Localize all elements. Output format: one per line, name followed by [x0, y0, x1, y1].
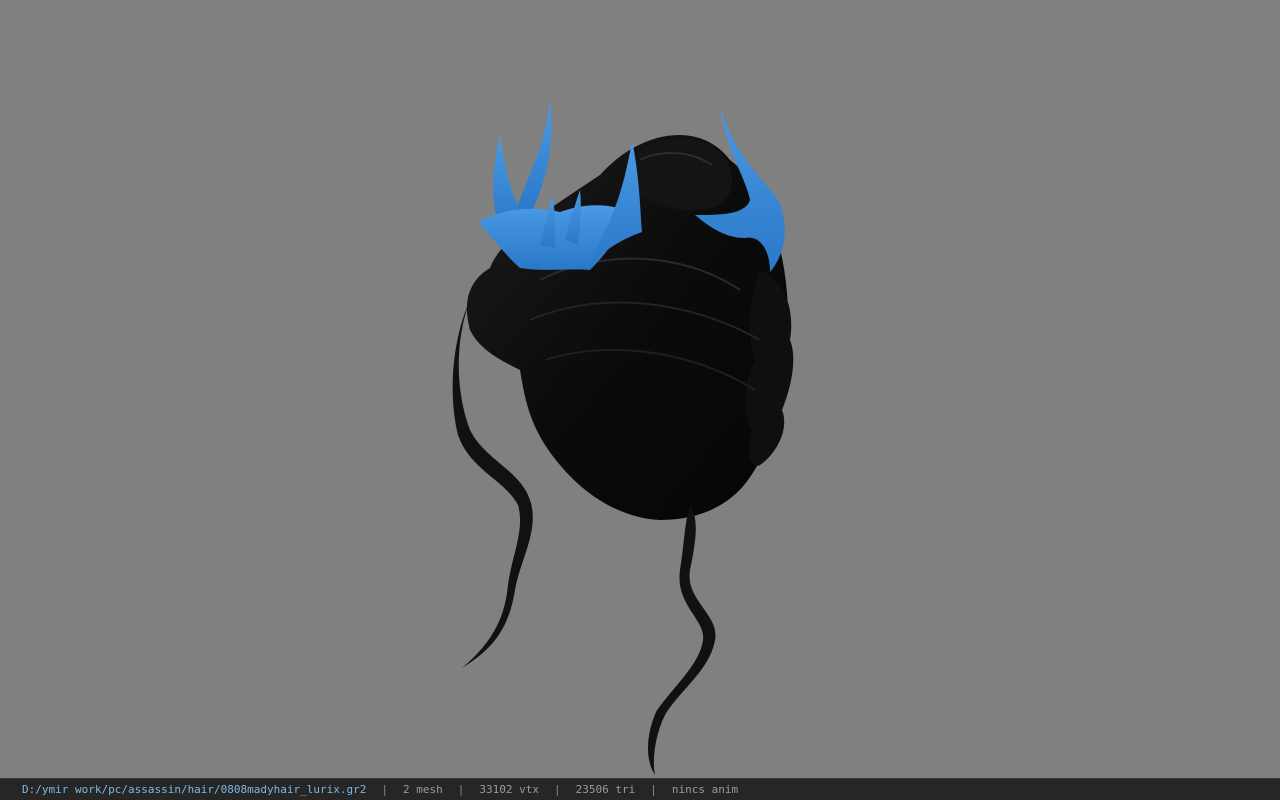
- separator: |: [650, 783, 657, 796]
- model-render: [452, 100, 794, 775]
- triangle-count: 23506 tri: [575, 783, 636, 796]
- separator: |: [553, 783, 561, 796]
- status-bar: D:/ymir work/pc/assassin/hair/0808madyha…: [0, 778, 1280, 800]
- animation-status: nincs anim: [671, 783, 739, 796]
- 3d-viewport[interactable]: [0, 0, 1280, 778]
- separator: |: [457, 783, 465, 796]
- file-path: D:/ymir work/pc/assassin/hair/0808madyha…: [22, 783, 367, 796]
- separator: |: [381, 783, 388, 796]
- mesh-count: 2 mesh: [403, 783, 443, 796]
- vertex-count: 33102 vtx: [479, 783, 539, 796]
